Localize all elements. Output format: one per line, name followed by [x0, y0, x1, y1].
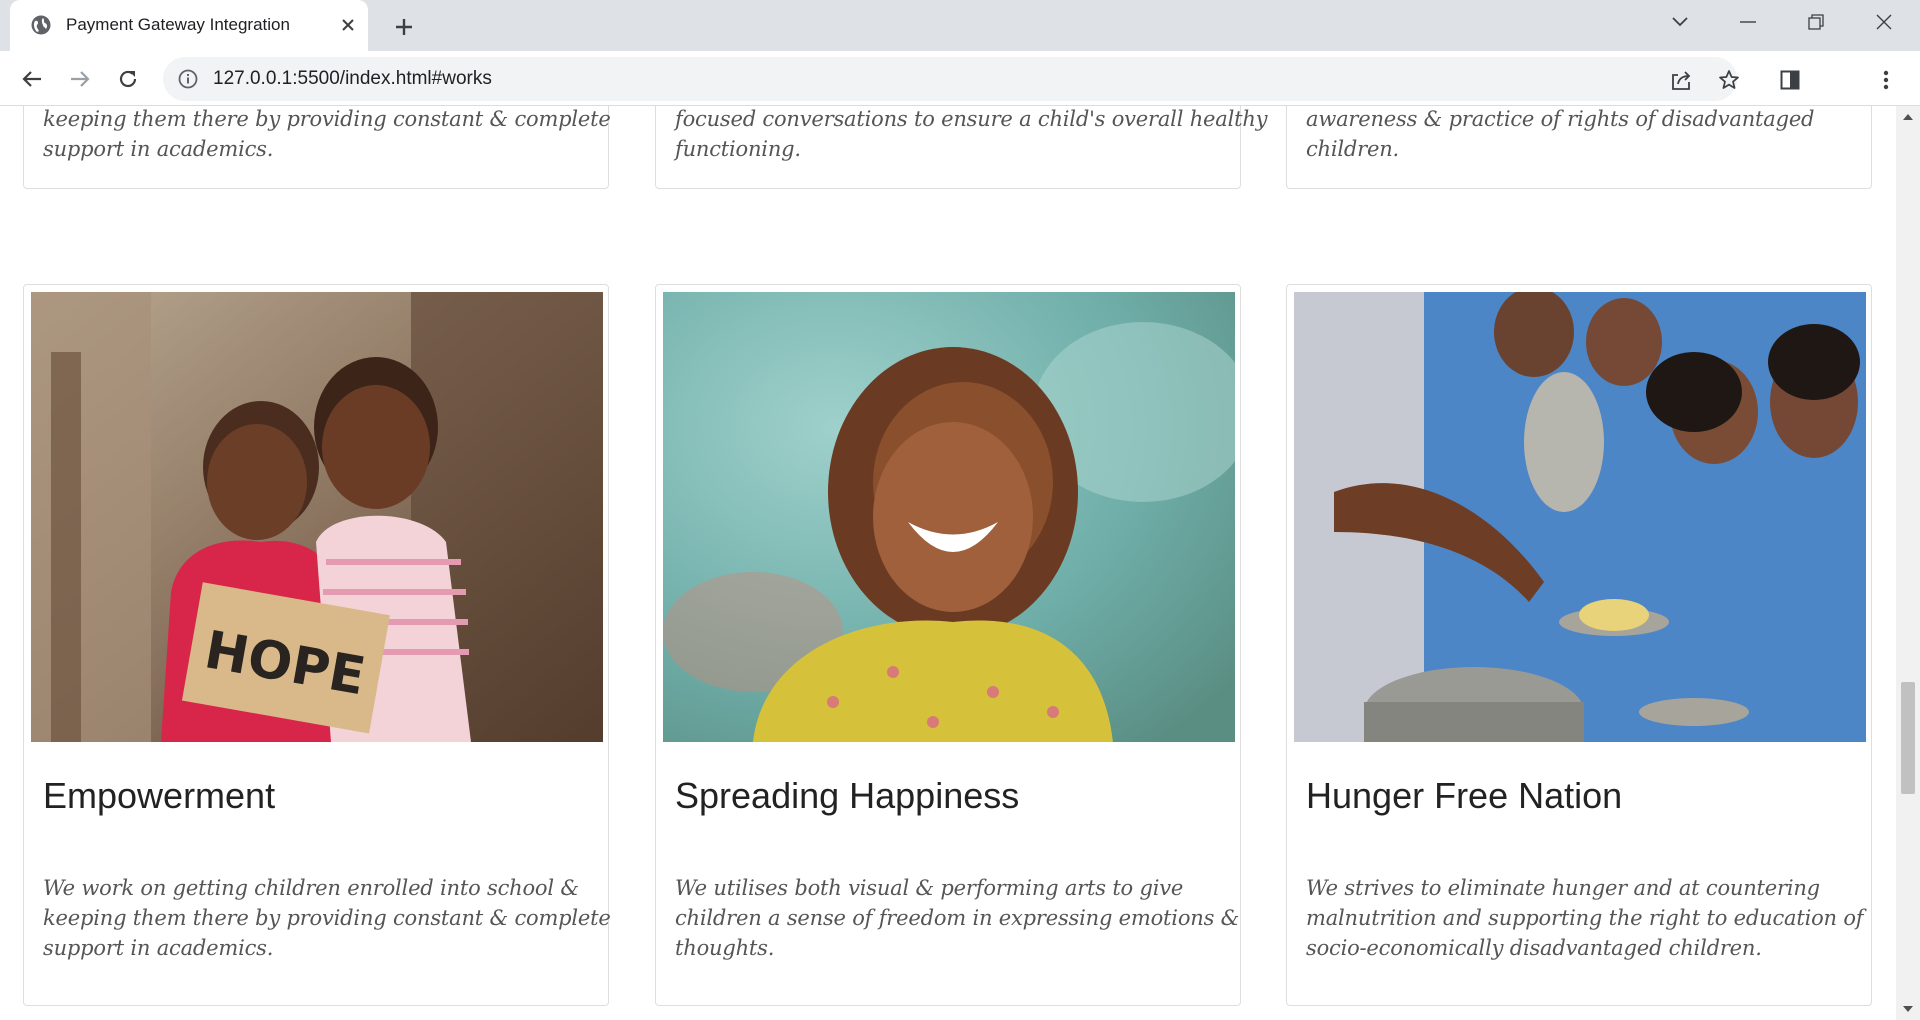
address-bar[interactable]: 127.0.0.1:5500/index.html#works	[163, 57, 1739, 101]
card-description: focused conversations to ensure a child'…	[675, 107, 1268, 161]
minimize-icon[interactable]	[1714, 0, 1782, 44]
work-card-top-1: keeping them there by providing constant…	[23, 106, 611, 189]
bookmark-star-icon[interactable]	[1714, 65, 1744, 95]
page-viewport: keeping them there by providing constant…	[0, 106, 1920, 1020]
side-panel-icon[interactable]	[1775, 65, 1805, 95]
card-description: We strives to eliminate hunger and at co…	[1306, 876, 1864, 960]
scroll-down-arrow-icon[interactable]	[1896, 1000, 1920, 1018]
browser-toolbar: 127.0.0.1:5500/index.html#works	[0, 51, 1920, 106]
empowerment-image: HOPE	[31, 292, 603, 742]
restore-icon[interactable]	[1782, 0, 1850, 44]
tab-title: Payment Gateway Integration	[66, 15, 290, 34]
forward-arrow-icon[interactable]	[63, 62, 97, 96]
close-tab-icon[interactable]	[334, 11, 362, 39]
new-tab-icon[interactable]	[388, 11, 420, 43]
site-info-icon[interactable]	[177, 68, 199, 90]
card-description: keeping them there by providing constant…	[43, 107, 611, 161]
card-title: Hunger Free Nation	[1306, 775, 1623, 816]
url-text: 127.0.0.1:5500/index.html#works	[213, 68, 492, 89]
work-card-spreading-happiness: Spreading Happiness We utilises both vis…	[655, 284, 1241, 1006]
page-scrollbar[interactable]	[1896, 106, 1920, 1020]
work-card-top-2: focused conversations to ensure a child'…	[655, 106, 1268, 189]
card-description: We work on getting children enrolled int…	[43, 876, 611, 960]
back-arrow-icon[interactable]	[15, 62, 49, 96]
card-title: Spreading Happiness	[675, 775, 1020, 816]
scrollbar-thumb[interactable]	[1901, 682, 1915, 794]
share-icon[interactable]	[1666, 65, 1696, 95]
scroll-up-arrow-icon[interactable]	[1896, 108, 1920, 126]
browser-tab-bar: Payment Gateway Integration	[0, 0, 1920, 51]
browser-tab[interactable]: Payment Gateway Integration	[10, 0, 368, 51]
card-description: awareness & practice of rights of disadv…	[1306, 107, 1815, 161]
hunger-free-nation-image	[1294, 292, 1866, 742]
work-card-empowerment: HOPE Empowerment We work on getting chil…	[23, 284, 611, 1006]
menu-kebab-icon[interactable]	[1871, 65, 1901, 95]
globe-icon	[30, 14, 52, 36]
work-card-hunger-free-nation: Hunger Free Nation We strives to elimina…	[1286, 284, 1872, 1006]
spreading-happiness-image	[663, 292, 1235, 742]
card-title: Empowerment	[43, 775, 276, 816]
work-card-top-3: awareness & practice of rights of disadv…	[1286, 106, 1872, 189]
reload-icon[interactable]	[111, 62, 145, 96]
tab-search-icon[interactable]	[1646, 0, 1714, 44]
card-description: We utilises both visual & performing art…	[675, 876, 1240, 960]
close-window-icon[interactable]	[1850, 0, 1918, 44]
